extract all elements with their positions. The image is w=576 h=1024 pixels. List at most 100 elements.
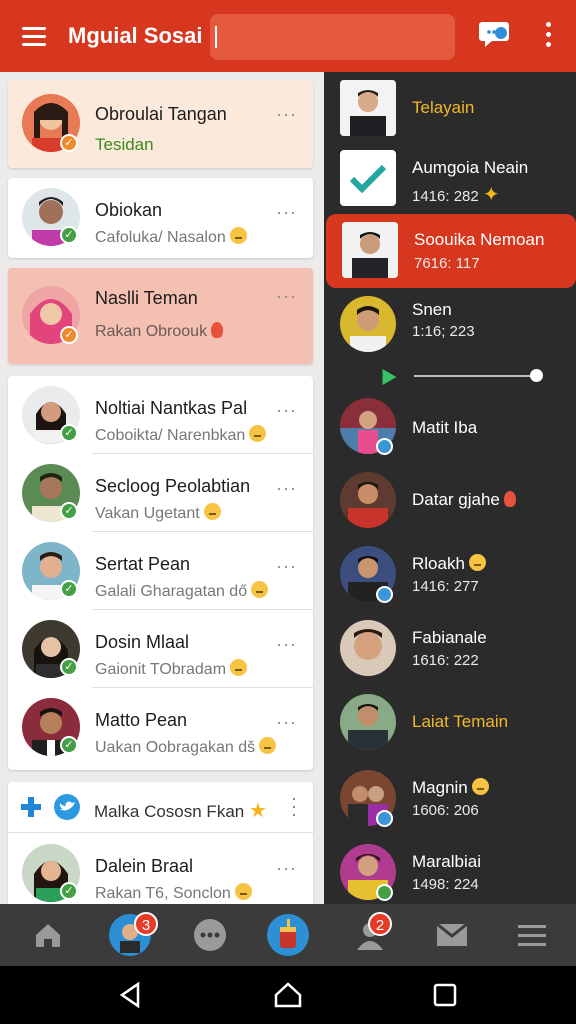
side-item-label: Snen <box>412 300 452 319</box>
search-input[interactable] <box>210 14 455 60</box>
check-badge-icon: ✓ <box>60 226 78 244</box>
side-item[interactable]: Telayain <box>324 72 576 146</box>
contact-message: Cafoluka/ Nasalon <box>95 227 247 247</box>
status-badge-icon <box>376 810 393 827</box>
contact-group: ✓ Noltiai Nantkas Pal Coboikta/ Narenbka… <box>8 376 313 770</box>
side-item-active[interactable]: Soouika Nemoan 7616: 117 <box>326 214 576 288</box>
avatar <box>340 472 396 528</box>
chat-bubble-icon[interactable] <box>478 16 512 50</box>
check-badge-icon: ✓ <box>60 502 78 520</box>
star-icon: ★ <box>248 800 267 822</box>
more-horiz-icon[interactable]: ··· <box>276 202 297 223</box>
text-cursor <box>215 26 217 48</box>
more-horiz-icon[interactable]: ··· <box>276 556 297 577</box>
side-item[interactable]: Datar gjahe <box>324 464 576 538</box>
cup-icon[interactable] <box>248 904 328 966</box>
side-item-label: Soouika Nemoan <box>414 230 545 249</box>
list-item[interactable]: ✓ Dosin Mlaal Gaionit TObradam ··· <box>8 610 313 688</box>
more-horiz-icon[interactable]: ··· <box>276 858 297 879</box>
menu-icon[interactable] <box>492 904 572 966</box>
mail-icon[interactable] <box>412 904 492 966</box>
slider-thumb <box>530 369 543 382</box>
status-badge-icon <box>376 884 393 901</box>
check-badge-icon: ✓ <box>60 424 78 442</box>
check-badge-icon: ✓ <box>60 736 78 754</box>
check-badge-icon: ✓ <box>60 580 78 598</box>
add-icon[interactable] <box>20 796 42 818</box>
hamburger-menu-icon[interactable] <box>0 0 68 72</box>
side-item-label: Laiat Temain <box>412 712 509 731</box>
contact-name: Dalein Braal <box>95 856 194 876</box>
side-item[interactable]: Fabianale 1616: 222 <box>324 612 576 686</box>
more-horiz-icon[interactable]: ··· <box>276 400 297 421</box>
side-item-count: 1498: 224 <box>412 876 479 893</box>
contact-name: Matto Pean <box>95 710 188 730</box>
chat-list: ✓ Obroulai Tangan Tesidan ··· ✓ Obiokan … <box>0 72 324 904</box>
home-icon[interactable] <box>8 904 88 966</box>
contact-message: Galali Gharagatan dő <box>95 581 269 601</box>
more-vert-icon[interactable]: · · · <box>291 789 297 823</box>
side-item[interactable]: Matit Iba <box>324 390 576 464</box>
contact-status: Tesidan <box>95 135 154 154</box>
contact-name: Dosin Mlaal <box>95 632 190 652</box>
avatar <box>340 620 396 676</box>
avatar <box>340 80 396 136</box>
side-item-count: 1:16; 223 <box>412 323 475 340</box>
side-item-label: Telayain <box>412 98 475 117</box>
list-item[interactable]: ✓ Obiokan Cafoluka/ Nasalon ··· <box>8 178 313 258</box>
notification-badge: 3 <box>134 912 158 936</box>
contact-message: Rakan Obroouk <box>95 322 224 341</box>
notification-badge: 2 <box>368 912 392 936</box>
check-badge-icon: ✓ <box>60 326 78 344</box>
side-item[interactable]: Rloakh 1416: 277 <box>324 538 576 612</box>
list-item[interactable]: ✓ Dalein Braal Rakan T6, Sonclon ··· <box>8 834 313 904</box>
avatar <box>340 296 396 352</box>
side-item-label: Magnin <box>412 778 489 798</box>
back-icon[interactable] <box>116 980 146 1010</box>
side-item-count: 1416: 282 ✦ <box>412 184 500 206</box>
more-horiz-icon[interactable]: ··· <box>276 478 297 499</box>
home-system-icon[interactable] <box>273 980 303 1010</box>
more-horiz-icon[interactable]: ··· <box>276 634 297 655</box>
side-item-count: 7616: 117 <box>414 255 480 272</box>
system-nav-bar <box>0 966 576 1024</box>
list-item[interactable]: ✓ Noltiai Nantkas Pal Coboikta/ Narenbka… <box>8 376 313 454</box>
side-item[interactable]: Snen 1:16; 223 <box>324 288 576 362</box>
list-item[interactable]: ✓ Matto Pean Uakan Oobragakan dš ··· <box>8 688 313 766</box>
contact-name: Sertat Pean <box>95 554 191 574</box>
side-item[interactable]: Laiat Temain <box>324 686 576 760</box>
contact-message: Rakan T6, Sonclon <box>95 883 252 903</box>
send-icon <box>375 364 397 386</box>
side-item-label: Fabianale <box>412 628 487 647</box>
contact-name: Secloog Peolabtian <box>95 476 251 496</box>
side-item-count: 1416: 277 <box>412 578 479 595</box>
status-badge-icon <box>376 438 393 455</box>
more-horiz-icon[interactable]: ··· <box>276 286 297 307</box>
recents-icon[interactable] <box>430 980 460 1010</box>
check-badge-icon: ✓ <box>60 882 78 900</box>
profile-nav[interactable]: 3 <box>90 904 170 966</box>
avatar <box>342 222 398 278</box>
side-item-label: Rloakh <box>412 554 486 574</box>
list-item[interactable]: ✓ Secloog Peolabtian Vakan Ugetant ··· <box>8 454 313 532</box>
bird-icon <box>54 794 80 820</box>
more-horiz-icon[interactable]: ··· <box>276 104 297 125</box>
side-item[interactable]: Maralbiai 1498: 224 <box>324 836 576 904</box>
list-item[interactable]: ✓ Obroulai Tangan Tesidan ··· <box>8 80 313 168</box>
avatar <box>340 694 396 750</box>
list-item[interactable]: ✓ Sertat Pean Galali Gharagatan dő ··· <box>8 532 313 610</box>
more-horiz-icon[interactable] <box>170 904 250 966</box>
contact-message: Uakan Oobragakan dš <box>95 737 277 757</box>
side-item[interactable]: Aumgoia Neain 1416: 282 ✦ <box>324 142 576 216</box>
side-item[interactable]: Magnin 1606: 206 <box>324 762 576 836</box>
side-panel: Telayain Aumgoia Neain 1416: 282 ✦ Sooui… <box>324 72 576 904</box>
more-horiz-icon[interactable]: ··· <box>276 712 297 733</box>
friends-icon[interactable]: 2 <box>330 904 410 966</box>
side-item-label: Datar gjahe <box>412 490 516 510</box>
side-item-label: Maralbiai <box>412 852 481 871</box>
contact-name: Naslli Teman <box>95 288 198 308</box>
contact-name: Obroulai Tangan <box>95 104 227 124</box>
list-item[interactable]: ✓ Naslli Teman Rakan Obroouk ··· <box>8 268 313 364</box>
volume-slider[interactable] <box>364 364 576 390</box>
more-vert-icon[interactable] <box>538 22 558 50</box>
